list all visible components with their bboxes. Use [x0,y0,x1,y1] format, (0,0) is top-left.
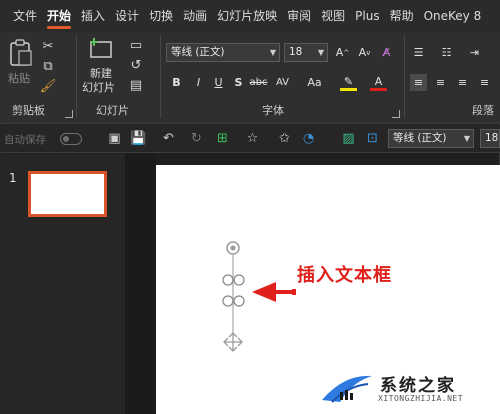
textbox-handles [222,241,296,352]
resize-handle[interactable] [222,295,234,307]
move-icon[interactable] [223,332,243,352]
watermark-subtitle: XITONGZHIJIA.NET [378,394,464,403]
watermark-logo-icon [322,375,372,403]
watermark-title: 系统之家 [380,376,456,396]
resize-handle[interactable] [233,295,245,307]
arrow-icon [252,282,296,302]
rotate-handle-icon[interactable] [226,241,240,255]
resize-handle[interactable] [233,274,245,286]
watermark: 系统之家 XITONGZHIJIA.NET [318,368,488,408]
annotation-label: 插入文本框 [297,265,392,286]
resize-handle[interactable] [222,274,234,286]
